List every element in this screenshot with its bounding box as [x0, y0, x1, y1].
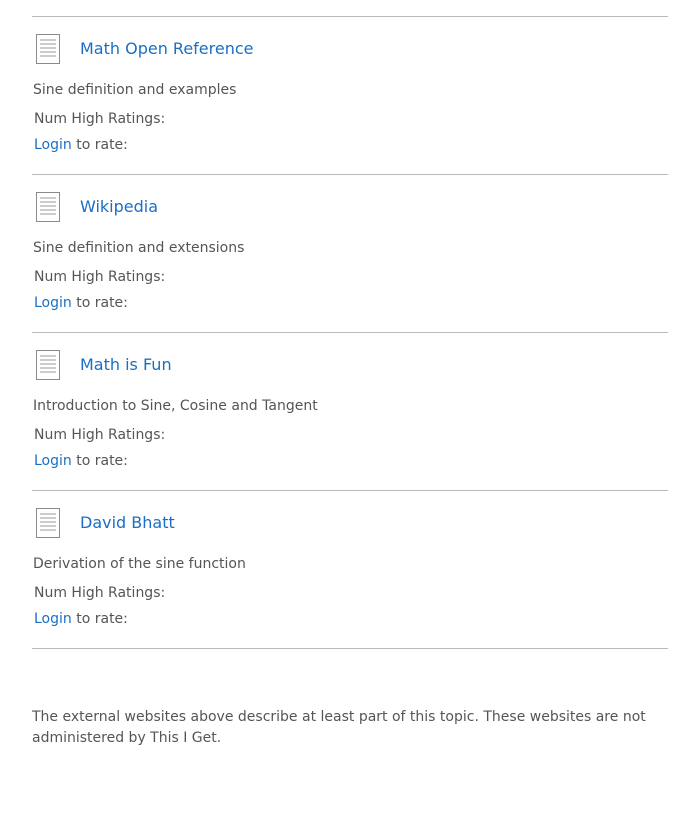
- external-websites-disclaimer: The external websites above describe at …: [32, 709, 646, 746]
- resource-description: Introduction to Sine, Cosine and Tangent: [33, 398, 318, 414]
- document-icon: [36, 350, 60, 380]
- login-link[interactable]: Login: [34, 611, 72, 627]
- resource-description: Sine definition and examples: [33, 82, 237, 98]
- resource-title-link[interactable]: Math Open Reference: [80, 39, 254, 59]
- login-link[interactable]: Login: [34, 295, 72, 311]
- rate-line: Login to rate:: [34, 294, 128, 312]
- rate-suffix: to rate:: [71, 137, 128, 153]
- resource-title-link[interactable]: Wikipedia: [80, 197, 158, 217]
- resource-item: David Bhatt Derivation of the sine funct…: [32, 491, 668, 649]
- resource-title-link[interactable]: Math is Fun: [80, 355, 172, 375]
- resource-item: Math is Fun Introduction to Sine, Cosine…: [32, 333, 668, 491]
- rate-line: Login to rate:: [34, 452, 128, 470]
- login-link[interactable]: Login: [34, 453, 72, 469]
- num-high-ratings-label: Num High Ratings:: [34, 585, 166, 601]
- document-icon: [36, 34, 60, 64]
- document-icon: [36, 192, 60, 222]
- resource-description: Derivation of the sine function: [33, 556, 246, 572]
- resource-item: Math Open Reference Sine definition and …: [32, 17, 668, 175]
- resource-item: Wikipedia Sine definition and extensions…: [32, 175, 668, 333]
- rate-suffix: to rate:: [71, 453, 128, 469]
- resource-list: Math Open Reference Sine definition and …: [32, 16, 668, 649]
- rate-suffix: to rate:: [71, 295, 128, 311]
- rate-line: Login to rate:: [34, 136, 128, 154]
- num-high-ratings-label: Num High Ratings:: [34, 427, 166, 443]
- rate-line: Login to rate:: [34, 610, 128, 628]
- document-icon: [36, 508, 60, 538]
- rate-suffix: to rate:: [71, 611, 128, 627]
- resource-title-link[interactable]: David Bhatt: [80, 513, 175, 533]
- num-high-ratings-label: Num High Ratings:: [34, 111, 166, 127]
- resource-description: Sine definition and extensions: [33, 240, 245, 256]
- login-link[interactable]: Login: [34, 137, 72, 153]
- num-high-ratings-label: Num High Ratings:: [34, 269, 166, 285]
